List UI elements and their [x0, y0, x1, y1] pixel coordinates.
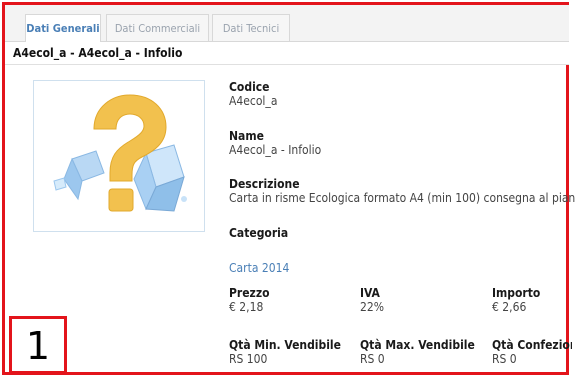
codice-label: Codice — [229, 80, 270, 94]
name-value: A4ecol_a - Infolio — [229, 143, 322, 157]
qta-max-field: Qtà Max. Vendibile RS 0 — [360, 338, 475, 366]
field-descrizione: Descrizione Carta in risme Ecologica for… — [229, 177, 575, 205]
field-categoria: Categoria — [229, 226, 288, 240]
qta-conf-value: RS 0 — [492, 352, 517, 366]
annotation-badge: 1 — [9, 316, 67, 374]
tab-dati-commerciali[interactable]: Dati Commerciali — [106, 14, 209, 41]
qta-min-label: Qtà Min. Vendibile — [229, 338, 341, 352]
categoria-value[interactable]: Carta 2014 — [229, 261, 289, 275]
codice-value: A4ecol_a — [229, 94, 278, 108]
tab-dati-generali[interactable]: Dati Generali — [25, 14, 101, 42]
qta-max-value: RS 0 — [360, 352, 385, 366]
importo-label: Importo — [492, 286, 541, 300]
descrizione-value: Carta in risme Ecologica formato A4 (min… — [229, 191, 575, 205]
categoria-link[interactable]: Carta 2014 — [229, 261, 289, 275]
prezzo-label: Prezzo — [229, 286, 270, 300]
qta-min-field: Qtà Min. Vendibile RS 100 — [229, 338, 341, 366]
descrizione-label: Descrizione — [229, 177, 300, 191]
qta-conf-label: Qtà Confezion — [492, 338, 572, 352]
iva-value: 22% — [360, 300, 384, 314]
iva-field: IVA 22% — [360, 286, 384, 314]
product-image — [33, 80, 205, 232]
prezzo-field: Prezzo € 2,18 — [229, 286, 270, 314]
iva-label: IVA — [360, 286, 380, 300]
annotation-number: 1 — [25, 324, 51, 368]
product-title: A4ecol_a - A4ecol_a - Infolio — [13, 46, 183, 60]
name-label: Name — [229, 129, 264, 143]
tab-bar: Dati Generali Dati Commerciali Dati Tecn… — [5, 5, 569, 42]
qta-conf-field: Qtà Confezion RS 0 — [492, 338, 572, 366]
product-title-bar: A4ecol_a - A4ecol_a - Infolio — [5, 42, 569, 65]
field-name: Name A4ecol_a - Infolio — [229, 129, 321, 157]
field-codice: Codice A4ecol_a — [229, 80, 277, 108]
question-mark-placeholder-icon — [53, 94, 187, 212]
qta-max-label: Qtà Max. Vendibile — [360, 338, 475, 352]
importo-value: € 2,66 — [492, 300, 527, 314]
categoria-label: Categoria — [229, 226, 289, 240]
qta-min-value: RS 100 — [229, 352, 268, 366]
prezzo-value: € 2,18 — [229, 300, 264, 314]
tab-dati-tecnici[interactable]: Dati Tecnici — [212, 14, 290, 41]
importo-field: Importo € 2,66 — [492, 286, 540, 314]
